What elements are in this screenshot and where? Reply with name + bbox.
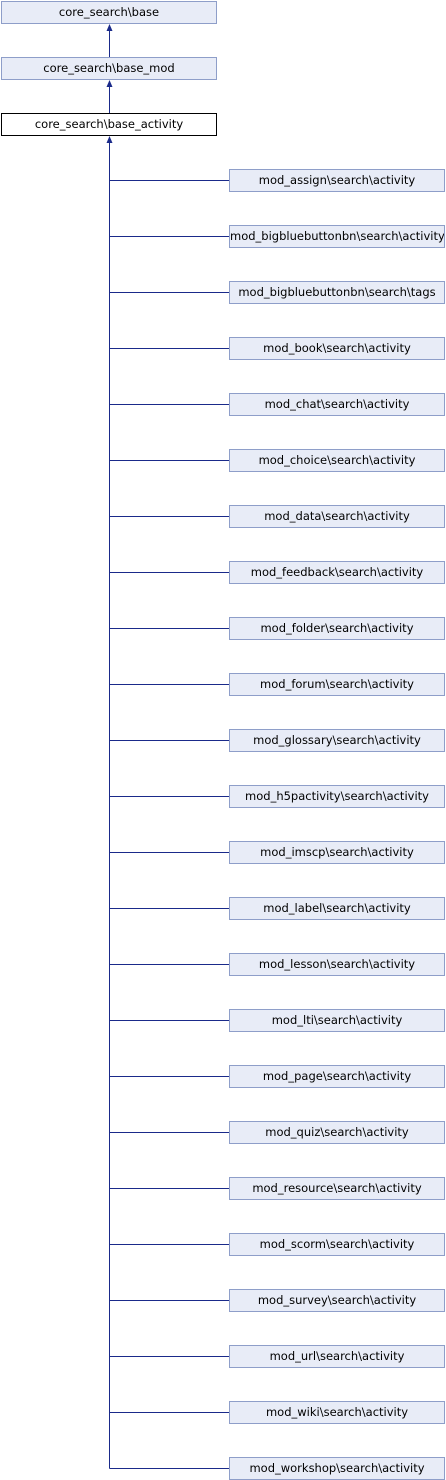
node-child[interactable]: mod_page\search\activity bbox=[229, 1065, 445, 1088]
node-current: core_search\base_activity bbox=[1, 113, 217, 136]
node-child[interactable]: mod_workshop\search\activity bbox=[229, 1457, 445, 1480]
node-child-label: mod_imscp\search\activity bbox=[260, 845, 414, 859]
node-child-label: mod_feedback\search\activity bbox=[250, 565, 424, 579]
node-child[interactable]: mod_h5pactivity\search\activity bbox=[229, 785, 445, 808]
node-child-label: mod_data\search\activity bbox=[264, 509, 410, 523]
node-child[interactable]: mod_chat\search\activity bbox=[229, 393, 445, 416]
node-child[interactable]: mod_book\search\activity bbox=[229, 337, 445, 360]
node-child[interactable]: mod_choice\search\activity bbox=[229, 449, 445, 472]
arrowhead-root bbox=[106, 24, 113, 31]
node-child-label: mod_folder\search\activity bbox=[260, 621, 414, 635]
node-child-label: mod_resource\search\activity bbox=[252, 1181, 422, 1195]
node-child-label: mod_page\search\activity bbox=[262, 1069, 412, 1083]
node-current-label: core_search\base_activity bbox=[34, 117, 184, 131]
node-child-label: mod_workshop\search\activity bbox=[249, 1461, 425, 1475]
node-child-label: mod_bigbluebuttonbn\search\activity bbox=[230, 229, 445, 243]
node-child-label: mod_forum\search\activity bbox=[260, 677, 414, 691]
node-child-label: mod_wiki\search\activity bbox=[265, 1405, 409, 1419]
node-child-label: mod_scorm\search\activity bbox=[259, 1237, 415, 1251]
node-child-label: mod_choice\search\activity bbox=[258, 453, 416, 467]
node-child[interactable]: mod_wiki\search\activity bbox=[229, 1401, 445, 1424]
node-child[interactable]: mod_imscp\search\activity bbox=[229, 841, 445, 864]
node-child-label: mod_lesson\search\activity bbox=[258, 957, 416, 971]
node-child-label: mod_quiz\search\activity bbox=[265, 1125, 409, 1139]
arrowhead-parent bbox=[106, 80, 113, 87]
node-child[interactable]: mod_url\search\activity bbox=[229, 1345, 445, 1368]
node-child[interactable]: mod_bigbluebuttonbn\search\tags bbox=[229, 281, 445, 304]
node-root[interactable]: core_search\base bbox=[1, 1, 217, 24]
node-root-label: core_search\base bbox=[58, 5, 160, 19]
node-child-label: mod_url\search\activity bbox=[269, 1349, 405, 1363]
node-child[interactable]: mod_survey\search\activity bbox=[229, 1289, 445, 1312]
node-parent-label: core_search\base_mod bbox=[43, 61, 175, 75]
node-child-label: mod_survey\search\activity bbox=[257, 1293, 417, 1307]
node-child[interactable]: mod_forum\search\activity bbox=[229, 673, 445, 696]
node-parent[interactable]: core_search\base_mod bbox=[1, 57, 217, 80]
node-child[interactable]: mod_bigbluebuttonbn\search\activity bbox=[229, 225, 445, 248]
node-child[interactable]: mod_label\search\activity bbox=[229, 897, 445, 920]
node-child[interactable]: mod_folder\search\activity bbox=[229, 617, 445, 640]
node-child-label: mod_h5pactivity\search\activity bbox=[245, 789, 429, 803]
inheritance-diagram: core_search\base core_search\base_mod co… bbox=[0, 0, 446, 1480]
node-child[interactable]: mod_glossary\search\activity bbox=[229, 729, 445, 752]
node-child-label: mod_bigbluebuttonbn\search\tags bbox=[238, 285, 436, 299]
node-child[interactable]: mod_feedback\search\activity bbox=[229, 561, 445, 584]
node-child[interactable]: mod_lti\search\activity bbox=[229, 1009, 445, 1032]
node-child-label: mod_lti\search\activity bbox=[271, 1013, 403, 1027]
arrowhead-current bbox=[106, 136, 113, 143]
node-child-label: mod_chat\search\activity bbox=[264, 397, 410, 411]
node-child[interactable]: mod_quiz\search\activity bbox=[229, 1121, 445, 1144]
node-child-label: mod_glossary\search\activity bbox=[253, 733, 421, 747]
node-child[interactable]: mod_scorm\search\activity bbox=[229, 1233, 445, 1256]
node-child-label: mod_book\search\activity bbox=[263, 341, 411, 355]
node-child[interactable]: mod_lesson\search\activity bbox=[229, 953, 445, 976]
node-child-label: mod_label\search\activity bbox=[263, 901, 411, 915]
node-child-label: mod_assign\search\activity bbox=[258, 173, 416, 187]
node-child[interactable]: mod_data\search\activity bbox=[229, 505, 445, 528]
node-child[interactable]: mod_assign\search\activity bbox=[229, 169, 445, 192]
node-child[interactable]: mod_resource\search\activity bbox=[229, 1177, 445, 1200]
